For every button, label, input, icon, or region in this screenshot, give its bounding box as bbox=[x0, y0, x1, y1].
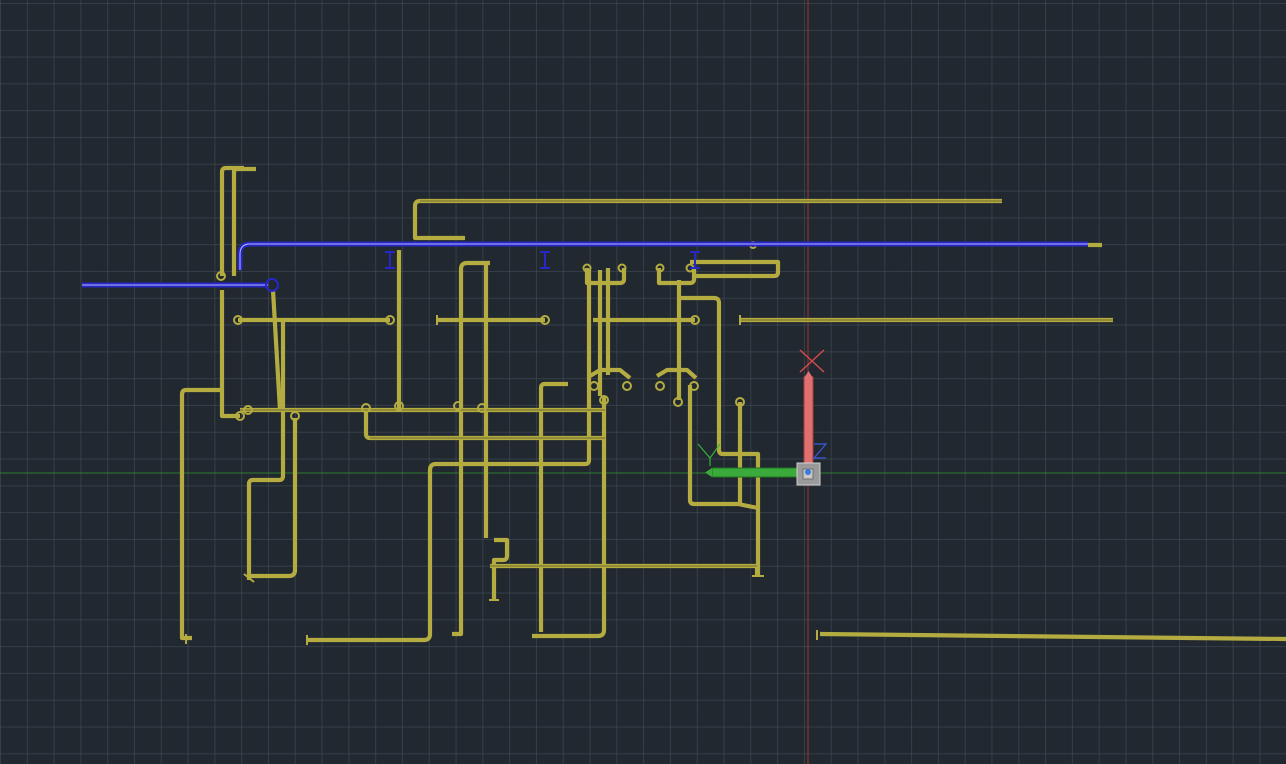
pipe-diagonal[interactable] bbox=[270, 289, 283, 411]
pipe-network[interactable] bbox=[179, 165, 1286, 643]
model-space-viewport[interactable] bbox=[0, 0, 1286, 764]
pipe-run-bottom-right[interactable] bbox=[819, 631, 1286, 642]
pipe-bend-b[interactable] bbox=[655, 367, 698, 380]
pipe-riser-left-c[interactable] bbox=[219, 290, 240, 419]
pipe-run-566[interactable] bbox=[490, 563, 760, 576]
pipe-top-loop[interactable] bbox=[690, 259, 781, 279]
pipe-riser-left-b[interactable] bbox=[231, 166, 256, 276]
gizmo-x-axis-arrow[interactable] bbox=[803, 376, 814, 468]
pipe-trap-494[interactable] bbox=[491, 537, 510, 600]
gizmo-y-axis-arrow[interactable] bbox=[711, 467, 805, 478]
pipe-run-to-bottom-left[interactable] bbox=[307, 270, 592, 643]
piping-drawing[interactable] bbox=[0, 0, 1286, 764]
pipe-centerlines bbox=[240, 200, 1113, 567]
gizmo-y-arrowhead bbox=[705, 468, 712, 477]
gizmo-x-arrowhead bbox=[804, 371, 813, 378]
pipe-drop-541[interactable] bbox=[538, 381, 568, 632]
ucs-origin-grip[interactable] bbox=[805, 469, 811, 475]
pipe-run-top[interactable] bbox=[412, 198, 1002, 241]
z-axis-label-icon bbox=[812, 443, 828, 459]
y-axis-label-icon bbox=[697, 443, 721, 466]
x-axis-label-icon bbox=[799, 349, 825, 373]
pipe-fittings bbox=[185, 241, 818, 645]
pipe-return-left[interactable] bbox=[249, 418, 298, 579]
pipe-drop-far-left[interactable] bbox=[179, 387, 222, 641]
pipe-run-to-ucs[interactable] bbox=[681, 295, 761, 576]
